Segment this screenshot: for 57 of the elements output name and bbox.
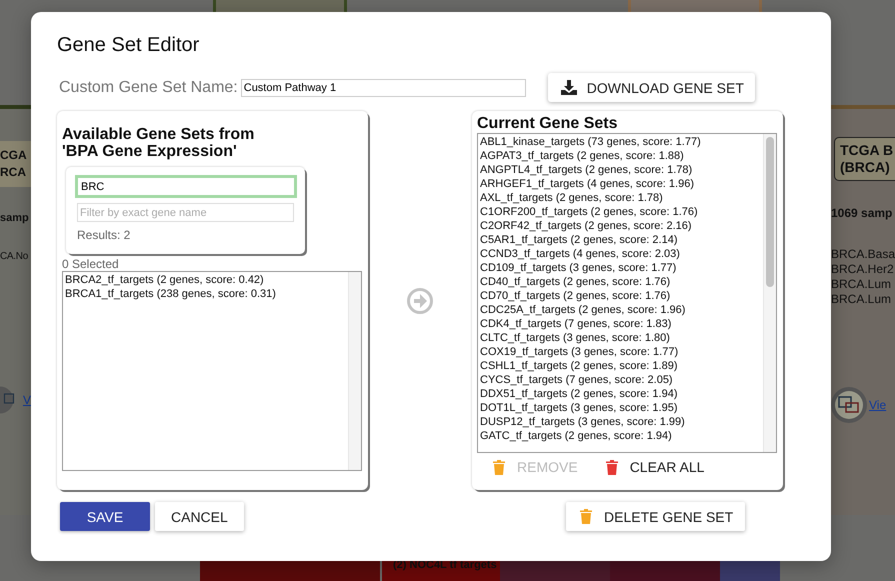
gene-set-item[interactable]: CD40_tf_targets (2 genes, score: 1.76) [480, 275, 761, 289]
results-count: Results: 2 [77, 228, 132, 242]
gene-set-item[interactable]: AGPAT3_tf_targets (2 genes, score: 1.88) [480, 149, 761, 163]
heatmap-thumbnail-icon [831, 387, 867, 423]
gene-set-item[interactable]: CD70_tf_targets (2 genes, score: 1.76) [480, 289, 761, 303]
card-title: TCGA B [840, 142, 894, 159]
gene-set-item[interactable]: ANGPTL4_tf_targets (2 genes, score: 1.78) [480, 163, 761, 177]
gene-set-item[interactable]: CLTC_tf_targets (3 genes, score: 1.80) [480, 331, 761, 345]
download-button[interactable]: DOWNLOAD GENE SET [548, 73, 755, 102]
gene-set-item[interactable]: CSHL1_tf_targets (2 genes, score: 1.89) [480, 359, 761, 373]
gene-set-item[interactable]: C1ORF200_tf_targets (2 genes, score: 1.76) [480, 205, 761, 219]
gene-set-item[interactable]: AXL_tf_targets (2 genes, score: 1.78) [480, 191, 761, 205]
subtype-label: BRCA.Lum [831, 292, 892, 307]
dialog-title: Gene Set Editor [57, 34, 200, 58]
sample-count: samp [0, 212, 30, 224]
subtype-label: BRCA.Basa [831, 247, 895, 262]
card-title: (BRCA) [840, 159, 891, 176]
gene-set-item[interactable]: CDK4_tf_targets (7 genes, score: 1.83) [480, 317, 761, 331]
scrollbar[interactable] [348, 272, 361, 470]
selected-count: 0 Selected [62, 257, 120, 271]
subtype-label: CA.No [0, 251, 29, 262]
gene-set-item[interactable]: CDC25A_tf_targets (2 genes, score: 1.96) [480, 303, 761, 317]
trash-icon [606, 460, 618, 474]
delete-gene-set-button[interactable]: DELETE GENE SET [566, 502, 746, 531]
gene-set-item[interactable]: ARHGEF1_tf_targets (4 genes, score: 1.96) [480, 177, 761, 191]
trash-icon [493, 460, 505, 474]
cancel-button[interactable]: CANCEL [155, 502, 244, 531]
filter-field[interactable]: Filter by exact gene name [77, 203, 294, 222]
gene-set-item[interactable]: BRCA1_tf_targets (238 genes, score: 0.31) [65, 287, 346, 301]
card-title: RCA [0, 164, 27, 181]
gene-set-item[interactable]: GATC_tf_targets (2 genes, score: 1.94) [480, 429, 761, 443]
trash-icon [580, 509, 592, 524]
gene-set-item[interactable]: BRCA2_tf_targets (2 genes, score: 0.42) [65, 273, 346, 287]
field-label: Custom Gene Set Name: [59, 78, 238, 96]
gene-set-item[interactable]: C2ORF42_tf_targets (2 genes, score: 2.16) [480, 219, 761, 233]
gene-set-item[interactable]: CD109_tf_targets (3 genes, score: 1.77) [480, 261, 761, 275]
panel-title: Available Gene Sets from 'BPA Gene Expression' [62, 126, 256, 160]
gene-set-item[interactable]: DUSP12_tf_targets (3 genes, score: 1.99) [480, 415, 761, 429]
clear-all-button[interactable]: CLEAR ALL [606, 459, 704, 475]
save-button[interactable]: SAVE [60, 502, 150, 531]
download-icon [560, 80, 577, 95]
gene-set-item[interactable]: DOT1L_tf_targets (3 genes, score: 1.95) [480, 401, 761, 415]
sample-count: 1069 samp [831, 206, 894, 220]
subtype-label: BRCA.Lum [831, 277, 892, 292]
gene-set-item[interactable]: COX19_tf_targets (3 genes, score: 1.77) [480, 345, 761, 359]
card-title: CGA [0, 147, 28, 164]
gene-set-item[interactable]: CCND3_tf_targets (4 genes, score: 2.03) [480, 247, 761, 261]
subtype-label: BRCA.Her2 [831, 262, 895, 277]
gene-set-item[interactable]: DDX51_tf_targets (2 genes, score: 1.94) [480, 387, 761, 401]
scrollbar[interactable] [766, 137, 774, 287]
search-field[interactable]: BRC [75, 175, 297, 198]
arrow-right-icon[interactable] [407, 288, 433, 314]
gene-set-item[interactable]: C5AR1_tf_targets (2 genes, score: 2.14) [480, 233, 761, 247]
name-field[interactable]: Custom Pathway 1 [240, 78, 526, 96]
gene-set-item[interactable]: ABL1_kinase_targets (73 genes, score: 1.77) [480, 135, 761, 149]
gene-set-item[interactable]: CYCS_tf_targets (7 genes, score: 2.05) [480, 373, 761, 387]
panel-title: Current Gene Sets [477, 115, 618, 132]
